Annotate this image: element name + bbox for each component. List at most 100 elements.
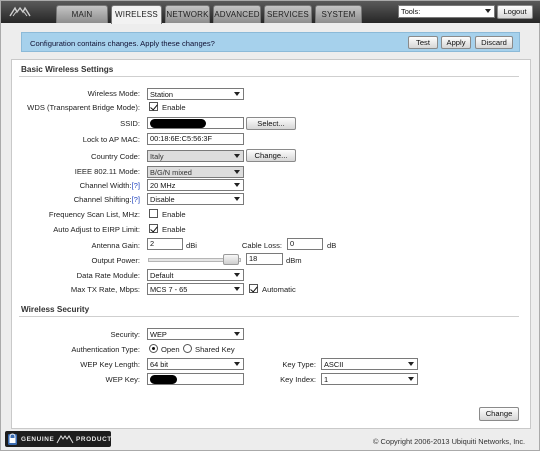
redaction-mark xyxy=(150,119,206,128)
copyright-text: © Copyright 2006-2013 Ubiquiti Networks,… xyxy=(373,437,526,446)
chevron-down-icon xyxy=(233,90,242,98)
channel-shifting-label: Channel Shifting:[?] xyxy=(74,195,140,204)
wireless-mode-value: Station xyxy=(150,89,174,99)
channel-shifting-help-link[interactable]: [?] xyxy=(132,195,140,204)
app-window: MAIN WIRELESS NETWORK ADVANCED SERVICES … xyxy=(0,0,540,451)
wep-key-label: WEP Key: xyxy=(105,375,140,384)
change-button[interactable]: Change xyxy=(479,407,519,421)
ssid-label: SSID: xyxy=(120,119,140,128)
chevron-down-icon xyxy=(233,195,242,203)
ssid-input[interactable] xyxy=(147,117,244,129)
basic-wireless-settings-heading: Basic Wireless Settings xyxy=(21,65,114,74)
channel-width-value: 20 MHz xyxy=(150,180,176,190)
wep-key-length-label: WEP Key Length: xyxy=(80,360,140,369)
tab-main[interactable]: MAIN xyxy=(56,5,108,23)
discard-button[interactable]: Discard xyxy=(475,36,513,49)
apply-button[interactable]: Apply xyxy=(441,36,471,49)
channel-width-help-link[interactable]: [?] xyxy=(132,181,140,190)
max-tx-rate-label: Max TX Rate, Mbps: xyxy=(70,285,140,294)
channel-width-select[interactable]: 20 MHz xyxy=(147,179,244,191)
auth-open-label: Open xyxy=(161,345,180,354)
wireless-mode-label: Wireless Mode: xyxy=(87,89,140,98)
auth-shared-key-label: Shared Key xyxy=(195,345,235,354)
data-rate-module-value: Default xyxy=(150,270,174,280)
test-button[interactable]: Test xyxy=(408,36,438,49)
ubiquiti-logo-icon xyxy=(9,6,31,17)
tab-advanced[interactable]: ADVANCED xyxy=(213,5,261,23)
max-tx-rate-select[interactable]: MCS 7 - 65 xyxy=(147,283,244,295)
channel-width-label: Channel Width:[?] xyxy=(80,181,140,190)
chevron-down-icon xyxy=(233,285,242,293)
tab-system[interactable]: SYSTEM xyxy=(315,5,362,23)
lock-ap-mac-input[interactable]: 00:18:6E:C5:56:3F xyxy=(147,133,244,145)
freq-scan-enable-label: Enable xyxy=(162,210,186,219)
antenna-gain-unit: dBi xyxy=(186,241,197,250)
tab-wireless[interactable]: WIRELESS xyxy=(111,5,162,24)
ieee-mode-label: IEEE 802.11 Mode: xyxy=(74,167,140,176)
cable-loss-unit: dB xyxy=(327,241,337,250)
tab-services[interactable]: SERVICES xyxy=(264,5,312,23)
data-rate-module-label: Data Rate Module: xyxy=(76,271,140,280)
country-change-button[interactable]: Change... xyxy=(246,149,296,162)
chevron-down-icon xyxy=(407,360,416,368)
cable-loss-label: Cable Loss: xyxy=(241,241,282,250)
ssid-select-button[interactable]: Select... xyxy=(246,117,296,130)
cable-loss-input[interactable]: 0 xyxy=(287,238,323,250)
key-index-label: Key Index: xyxy=(280,375,316,384)
key-type-select[interactable]: ASCII xyxy=(321,358,418,370)
alert-message: Configuration contains changes. Apply th… xyxy=(30,39,215,48)
chevron-down-icon xyxy=(407,375,416,383)
security-label: Security: xyxy=(110,330,140,339)
channel-shifting-value: Disable xyxy=(150,194,175,204)
auth-type-label: Authentication Type: xyxy=(71,345,140,354)
country-code-select[interactable]: Italy xyxy=(147,150,244,162)
wep-key-length-value: 64 bit xyxy=(150,359,169,369)
ieee-mode-select[interactable]: B/G/N mixed xyxy=(147,166,244,178)
chevron-down-icon xyxy=(233,330,242,338)
output-power-slider-handle[interactable] xyxy=(223,254,239,265)
auto-eirp-enable-label: Enable xyxy=(162,225,186,234)
country-code-label: Country Code: xyxy=(91,152,140,161)
chevron-down-icon xyxy=(233,152,242,160)
redaction-mark xyxy=(150,375,177,384)
key-type-value: ASCII xyxy=(324,359,344,369)
data-rate-module-select[interactable]: Default xyxy=(147,269,244,281)
chevron-down-icon xyxy=(233,168,242,176)
lock-ap-mac-label: Lock to AP MAC: xyxy=(82,135,140,144)
output-power-unit: dBm xyxy=(286,256,302,265)
wep-key-length-select[interactable]: 64 bit xyxy=(147,358,244,370)
max-tx-automatic-checkbox[interactable] xyxy=(249,284,258,293)
antenna-gain-label: Antenna Gain: xyxy=(91,241,140,250)
security-select[interactable]: WEP xyxy=(147,328,244,340)
ieee-mode-value: B/G/N mixed xyxy=(150,167,192,177)
wep-key-input[interactable] xyxy=(147,373,244,385)
security-value: WEP xyxy=(150,329,167,339)
auth-shared-key-radio[interactable] xyxy=(183,344,192,353)
auth-open-radio[interactable] xyxy=(149,344,158,353)
channel-shifting-select[interactable]: Disable xyxy=(147,193,244,205)
genuine-badge-left-text: GENUINE xyxy=(21,436,55,443)
section-divider xyxy=(19,316,519,317)
auto-eirp-label: Auto Adjust to EIRP Limit: xyxy=(53,225,140,234)
tools-select-label: Tools: xyxy=(401,7,421,16)
channel-width-text: Channel Width: xyxy=(79,181,132,190)
key-index-value: 1 xyxy=(324,374,329,384)
chevron-down-icon xyxy=(233,360,242,368)
section-divider xyxy=(19,76,519,77)
wds-enable-checkbox[interactable] xyxy=(149,102,158,111)
output-power-input[interactable]: 18 xyxy=(246,253,283,265)
key-index-select[interactable]: 1 xyxy=(321,373,418,385)
pending-changes-alert: Configuration contains changes. Apply th… xyxy=(21,32,520,52)
output-power-label: Output Power: xyxy=(91,256,140,265)
tools-select[interactable]: Tools: xyxy=(398,5,495,18)
logout-button[interactable]: Logout xyxy=(497,5,533,19)
chevron-down-icon xyxy=(233,271,242,279)
max-tx-rate-value: MCS 7 - 65 xyxy=(150,284,188,294)
wireless-mode-select[interactable]: Station xyxy=(147,88,244,100)
tab-network[interactable]: NETWORK xyxy=(165,5,210,23)
wds-enable-label: Enable xyxy=(162,103,186,112)
freq-scan-enable-checkbox[interactable] xyxy=(149,209,158,218)
genuine-badge-right-text: PRODUCT xyxy=(76,436,112,443)
antenna-gain-input[interactable]: 2 xyxy=(147,238,183,250)
auto-eirp-enable-checkbox[interactable] xyxy=(149,224,158,233)
